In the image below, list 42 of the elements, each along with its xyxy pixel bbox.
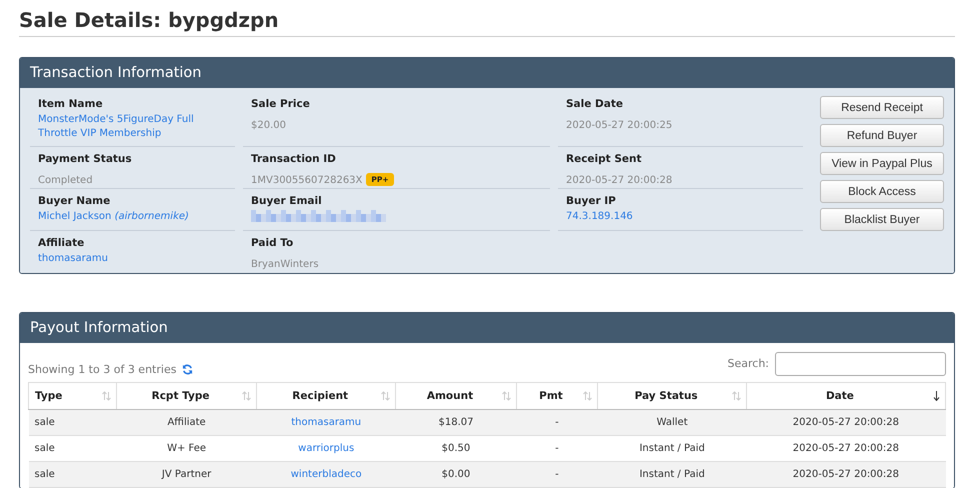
column-header[interactable]: Type	[28, 382, 117, 410]
action-button[interactable]: Block Access	[820, 180, 944, 203]
field-label: Item Name	[38, 98, 104, 110]
field-value: Completed	[38, 175, 93, 186]
field-value: 2020-05-27 20:00:25	[566, 120, 672, 131]
column-header[interactable]: Recipient	[256, 382, 396, 410]
action-button[interactable]: Resend Receipt	[820, 96, 944, 119]
field-label: Affiliate	[38, 237, 86, 249]
field-value: 1MV3005560728263X	[251, 175, 362, 186]
field-label: Sale Price	[251, 98, 311, 110]
action-button[interactable]: Blacklist Buyer	[820, 208, 944, 231]
search-label: Search:	[728, 357, 769, 370]
field-label: Paid To	[251, 237, 294, 249]
table-cell: Instant / Paid	[598, 462, 746, 488]
table-cell: JV Partner	[116, 462, 256, 488]
entries-info: Showing 1 to 3 of 3 entries	[28, 363, 176, 376]
panel-title: Transaction Information	[20, 58, 954, 88]
column-header[interactable]: Pay Status	[598, 382, 746, 410]
field-label: Buyer Name	[38, 195, 112, 207]
field-label: Buyer IP	[566, 195, 617, 207]
column-header[interactable]: Date	[746, 382, 946, 410]
field-label: Buyer Email	[251, 195, 323, 207]
field-label: Payment Status	[38, 153, 133, 165]
field-label: Sale Date	[566, 98, 624, 110]
panel-title: Payout Information	[20, 313, 954, 343]
action-button[interactable]: View in Paypal Plus	[820, 152, 944, 175]
field-label: Transaction ID	[251, 153, 337, 165]
table-cell: $0.00	[396, 462, 516, 488]
field-value: $20.00	[251, 120, 286, 131]
field-value: 2020-05-27 20:00:28	[566, 175, 672, 186]
search-field[interactable]	[775, 352, 946, 376]
action-button[interactable]: Refund Buyer	[820, 124, 944, 147]
field-value: BryanWinters	[251, 259, 319, 270]
field-label: Receipt Sent	[566, 153, 643, 165]
table-cell: sale	[28, 462, 117, 488]
recipient-link[interactable]: winterbladeco	[256, 462, 396, 488]
page-title: Sale Details: bypgdzpn	[19, 6, 955, 37]
column-header[interactable]: Rcpt Type	[116, 382, 256, 410]
table-cell: -	[516, 462, 598, 488]
table-cell: 2020-05-27 20:00:28	[746, 462, 946, 488]
refresh-icon[interactable]	[182, 364, 194, 375]
column-header[interactable]: Amount	[396, 382, 516, 410]
